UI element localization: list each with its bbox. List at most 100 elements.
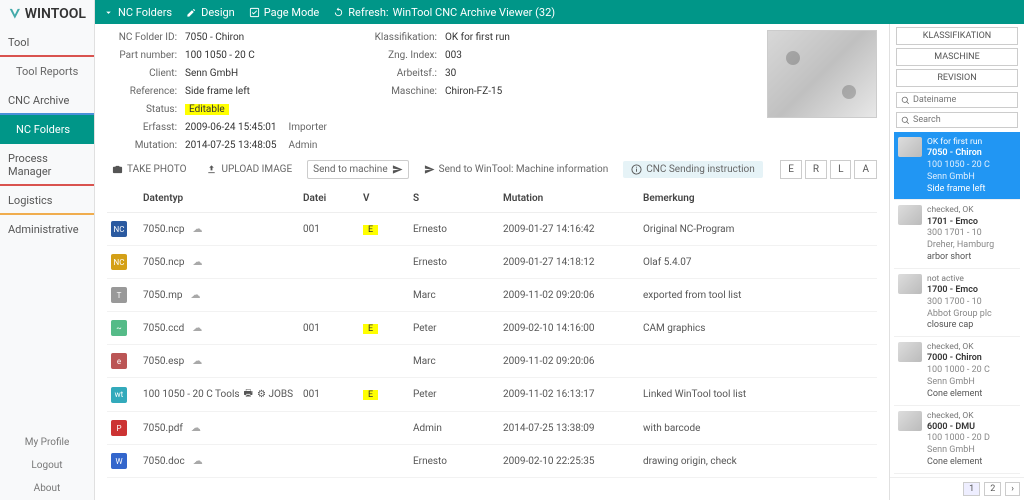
sidebar-bottom-item[interactable]: Logout	[0, 454, 94, 477]
letter-button-L[interactable]: L	[830, 160, 851, 179]
camera-icon	[112, 164, 123, 175]
page-next[interactable]: ›	[1005, 482, 1020, 496]
print-icon[interactable]: 🖶	[244, 386, 253, 403]
file-table: Datentyp Datei V S Mutation Bemerkung NC…	[107, 185, 877, 500]
detail-row: Client:Senn GmbH	[107, 66, 327, 80]
filter-button[interactable]: KLASSIFIKATION	[896, 27, 1018, 45]
search-box[interactable]	[896, 112, 1018, 128]
card-thumbnail	[898, 342, 922, 362]
action-bar: TAKE PHOTO UPLOAD IMAGE Send to machine …	[107, 160, 877, 179]
cloud-icon: ☁	[193, 257, 203, 268]
right-panel: KLASSIFIKATION MASCHINE REVISION OK for fi…	[889, 24, 1024, 500]
sidebar-item[interactable]: Process Manager	[0, 144, 94, 186]
letter-button-E[interactable]: E	[780, 160, 802, 179]
file-type-icon: ~	[111, 320, 127, 336]
sidebar-bottom-item[interactable]: My Profile	[0, 431, 94, 454]
preview-image	[767, 30, 877, 118]
letter-button-R[interactable]: R	[805, 160, 827, 179]
filename-input[interactable]	[913, 95, 1013, 105]
card-thumbnail	[898, 411, 922, 431]
detail-row: Klassifikation:OK for first run	[367, 30, 510, 44]
file-type-icon: wt	[111, 387, 127, 403]
cloud-icon: ☁	[192, 356, 202, 367]
filename-search[interactable]	[896, 92, 1018, 108]
table-header: Datentyp Datei V S Mutation Bemerkung	[107, 185, 877, 213]
sidebar-item[interactable]: Tool	[0, 28, 94, 57]
topbar: NC Folders Design Page Mode Refresh: Win…	[95, 0, 1024, 24]
pager: 1 2 ›	[890, 477, 1024, 500]
info-icon	[631, 164, 642, 175]
upload-icon	[206, 164, 217, 175]
logo: WINTOOL	[0, 0, 94, 28]
table-row[interactable]: ~7050.ccd☁001EPeter2009-02-10 14:16:00CA…	[107, 312, 877, 345]
detail-row: Status:Editable	[107, 102, 327, 116]
page-1[interactable]: 1	[963, 482, 980, 496]
card-thumbnail	[898, 205, 922, 225]
search-icon	[901, 96, 910, 105]
file-type-icon: W	[111, 453, 127, 469]
cloud-icon: ☁	[192, 323, 202, 334]
table-row[interactable]: P7050.pdf☁Admin2014-07-25 13:38:09with b…	[107, 412, 877, 445]
detail-row: Part number:100 1050 - 20 C	[107, 48, 327, 62]
detail-row: Maschine:Chiron-FZ-15	[367, 84, 510, 98]
detail-row: Arbeitsf.:30	[367, 66, 510, 80]
search-icon	[901, 116, 910, 125]
folder-card[interactable]: checked, OK6000 - DMU100 1000 - 20 DSenn…	[894, 406, 1020, 474]
take-photo-button[interactable]: TAKE PHOTO	[107, 161, 191, 178]
upload-image-button[interactable]: UPLOAD IMAGE	[201, 161, 297, 178]
sidebar-bottom-item[interactable]: About	[0, 477, 94, 500]
cloud-icon: ☁	[193, 224, 203, 235]
card-thumbnail	[898, 274, 922, 294]
cnc-instruction-button[interactable]: CNC Sending instruction	[623, 161, 763, 178]
card-thumbnail	[898, 137, 922, 157]
table-row[interactable]: NC7050.ncp☁001EErnesto2009-01-27 14:16:4…	[107, 213, 877, 246]
page-2[interactable]: 2	[984, 482, 1001, 496]
sidebar-item[interactable]: NC Folders	[0, 115, 94, 144]
jobs-button[interactable]: ⚙ JOBS	[257, 389, 293, 400]
sidebar: WINTOOL ToolTool ReportsCNC ArchiveNC Fo…	[0, 0, 95, 500]
detail-row: Zng. Index:003	[367, 48, 510, 62]
topbar-pagemode[interactable]: Page Mode	[249, 6, 320, 19]
refresh-icon	[333, 7, 344, 18]
letter-button-A[interactable]: A	[854, 160, 877, 179]
file-type-icon: NC	[111, 254, 127, 270]
detail-row: Reference:Side frame left	[107, 84, 327, 98]
detail-row: Mutation:2014-07-25 13:48:05Admin	[107, 138, 327, 152]
send-to-wintool-button[interactable]: Send to WinTool: Machine information	[419, 161, 614, 178]
send-to-machine-button[interactable]: Send to machine	[307, 160, 408, 179]
logo-icon	[8, 7, 22, 21]
sidebar-item[interactable]: Tool Reports	[0, 57, 94, 86]
send-icon	[392, 164, 403, 175]
cloud-icon: ☁	[193, 456, 203, 467]
chevron-down-icon	[103, 7, 114, 18]
checkbox-icon	[249, 7, 260, 18]
sidebar-item[interactable]: Logistics	[0, 186, 94, 215]
folder-card[interactable]: checked, OK1701 - Emco300 1701 - 10Drehe…	[894, 200, 1020, 268]
detail-row: Erfasst:2009-06-24 15:45:01Importer	[107, 120, 327, 134]
topbar-design[interactable]: Design	[186, 6, 235, 19]
folder-card[interactable]: not active1700 - Emco300 1700 - 10Abbot …	[894, 269, 1020, 337]
folder-card[interactable]: checked, OK7000 - Chiron100 1000 - 20 CS…	[894, 337, 1020, 405]
folder-card[interactable]: OK for first run7050 - Chiron100 1050 - …	[894, 132, 1020, 200]
detail-row: NC Folder ID:7050 - Chiron	[107, 30, 327, 44]
table-row[interactable]: T7050.mp☁Marc2009-11-02 09:20:06exported…	[107, 279, 877, 312]
topbar-refresh[interactable]: Refresh: WinTool CNC Archive Viewer (32)	[333, 6, 555, 19]
search-input[interactable]	[913, 115, 1013, 125]
table-row[interactable]: W7050.doc☁Ernesto2009-02-10 22:25:35draw…	[107, 445, 877, 478]
topbar-nc-folders[interactable]: NC Folders	[103, 6, 172, 19]
file-type-icon: e	[111, 353, 127, 369]
send-icon	[424, 164, 435, 175]
filter-button[interactable]: MASCHINE	[896, 48, 1018, 66]
sidebar-item[interactable]: CNC Archive	[0, 86, 94, 115]
sidebar-item[interactable]: Administrative	[0, 215, 94, 242]
table-row[interactable]: NC7050.ncp☁Ernesto2009-01-27 14:18:12Ola…	[107, 246, 877, 279]
file-type-icon: P	[111, 420, 127, 436]
file-type-icon: NC	[111, 221, 127, 237]
table-row[interactable]: wt100 1050 - 20 C Tools 🖶 ⚙ JOBS001EPete…	[107, 378, 877, 412]
cloud-icon: ☁	[191, 423, 201, 434]
file-type-icon: T	[111, 287, 127, 303]
cloud-icon: ☁	[191, 290, 201, 301]
filter-button[interactable]: REVISION	[896, 69, 1018, 87]
pencil-icon	[186, 7, 197, 18]
table-row[interactable]: e7050.esp☁Marc2009-11-02 09:20:06	[107, 345, 877, 378]
